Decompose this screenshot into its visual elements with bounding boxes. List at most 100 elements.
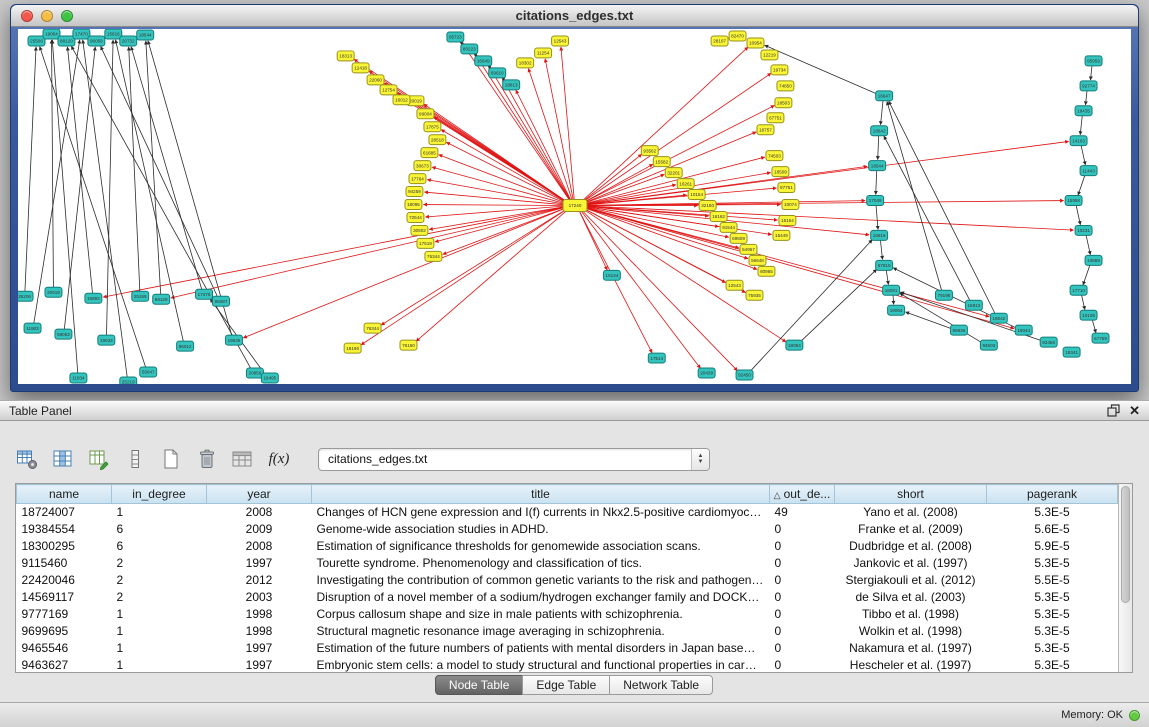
graph-edge[interactable] [1081,145,1085,165]
graph-node[interactable]: 30902 [411,225,428,235]
graph-edge[interactable] [876,205,878,229]
graph-edge[interactable] [1086,235,1090,255]
graph-node[interactable]: 18642 [990,313,1007,323]
graph-edge[interactable] [1091,66,1092,80]
graph-node[interactable]: 19734 [771,65,788,75]
close-panel-icon[interactable]: ✕ [1129,404,1140,418]
table-chooser-select[interactable]: citations_edges.txt ▲▼ [318,448,710,471]
graph-edge[interactable] [1078,175,1085,195]
graph-node[interactable]: 76150 [400,340,417,350]
graph-node[interactable]: 80223 [461,44,478,54]
column-header-in_degree[interactable]: in_degree [112,485,207,504]
graph-node[interactable]: 92456 [1040,337,1057,347]
graph-node[interactable]: 18642 [871,126,888,136]
graph-edge[interactable] [71,46,251,369]
tab-node-table[interactable]: Node Table [435,675,524,695]
graph-node[interactable]: 20732 [120,36,137,46]
graph-node[interactable]: 88129 [153,294,170,304]
graph-node[interactable]: 28518 [429,135,446,145]
graph-edge[interactable] [101,46,218,296]
graph-node[interactable]: 25219 [120,377,137,384]
graph-node[interactable]: 14163 [1070,136,1087,146]
graph-edge[interactable] [64,47,95,329]
table-row[interactable]: 1872400712008Changes of HCN gene express… [17,504,1118,521]
graph-node[interactable]: 19064 [888,305,905,315]
graph-node[interactable]: 18313 [337,51,354,61]
graph-node[interactable]: 12754 [380,85,397,95]
graph-edge[interactable] [131,47,202,290]
graph-node[interactable]: 67919 [876,260,893,270]
graph-edge[interactable] [1092,320,1096,333]
graph-node[interactable]: 15616 [105,29,122,39]
graph-edge[interactable] [429,206,567,229]
graph-node[interactable]: 92450 [736,370,753,380]
float-panel-icon[interactable] [1105,404,1121,418]
graph-edge[interactable] [34,40,80,323]
table-row[interactable]: 1938455462009Genome-wide association stu… [17,521,1118,538]
graph-node[interactable]: 91544 [720,222,737,232]
graph-node[interactable]: 18544 [869,161,886,171]
graph-edge[interactable] [1086,91,1087,105]
graph-node[interactable]: 17470 [73,29,90,39]
graph-node[interactable]: 30673 [414,161,431,171]
window-titlebar[interactable]: citations_edges.txt [11,5,1138,27]
graph-edge[interactable] [40,47,146,368]
graph-node[interactable]: 69610 [489,68,506,78]
graph-edge[interactable] [516,90,571,201]
graph-edge[interactable] [886,270,888,284]
graph-node[interactable]: 32201 [665,168,682,178]
graph-edge[interactable] [361,208,568,345]
graph-edge[interactable] [581,47,748,202]
graph-node[interactable]: 25206 [18,291,33,301]
graph-edge[interactable] [435,207,567,242]
graph-node[interactable]: 10105 [1080,310,1097,320]
tab-network-table[interactable]: Network Table [609,675,713,695]
graph-node[interactable]: 74503 [766,151,783,161]
graph-edge[interactable] [893,295,894,304]
graph-node[interactable]: 76344 [425,251,442,261]
graph-edge[interactable] [83,40,127,377]
graph-node[interactable]: 25506 [28,36,45,46]
graph-node[interactable]: 76344 [364,323,381,333]
graph-node[interactable]: 95723 [447,32,464,42]
delete-column-icon[interactable] [194,446,220,472]
graph-node[interactable]: 56648 [749,255,766,265]
edit-columns-icon[interactable] [86,446,112,472]
graph-node[interactable]: 20439 [698,368,715,378]
graph-node[interactable]: 18164 [779,215,796,225]
graph-node[interactable]: 99004 [417,109,434,119]
graph-node[interactable]: 20619 [45,287,62,297]
table-row[interactable]: 2242004622012Investigating the contribut… [17,572,1118,589]
graph-edge[interactable] [416,209,569,342]
graph-edge[interactable] [25,47,36,291]
graph-node[interactable]: 10154 [688,190,705,200]
column-header-title[interactable]: title [312,485,770,504]
column-header-pagerank[interactable]: pagerank [987,485,1118,504]
graph-edge[interactable] [887,102,942,291]
graph-node[interactable]: 19033 [98,335,115,345]
graph-node[interactable]: 16649 [475,56,492,66]
graph-node[interactable]: 22060 [367,75,384,85]
graph-node[interactable]: 10231 [1075,225,1092,235]
graph-node[interactable]: 18094 [786,340,803,350]
graph-edge[interactable] [243,207,567,338]
graph-node[interactable]: 18302 [517,58,534,68]
graph-node[interactable]: 59053 [55,329,72,339]
graph-node[interactable]: 17875 [424,122,441,132]
table-row[interactable]: 1830029562008Estimation of significance … [17,538,1118,555]
graph-node[interactable]: 12219 [761,50,778,60]
graph-edge[interactable] [381,208,568,325]
graph-edge[interactable] [441,130,568,203]
close-window-button[interactable] [21,10,33,22]
graph-node[interactable]: 10889 [1085,255,1102,265]
graph-node[interactable]: 95959 [1085,56,1102,66]
table-row[interactable]: 977716911998Corpus callosum shape and si… [17,606,1118,623]
graph-edge[interactable] [880,240,882,259]
graph-node[interactable]: 32160 [699,201,716,211]
table-row[interactable]: 969969511998Structural magnetic resonanc… [17,623,1118,640]
graph-edge[interactable] [583,207,1014,329]
scrollbar-thumb[interactable] [1121,486,1130,603]
graph-edge[interactable] [423,205,567,206]
graph-node[interactable]: 10074 [782,200,799,210]
graph-node[interactable]: 88120 [58,36,75,46]
